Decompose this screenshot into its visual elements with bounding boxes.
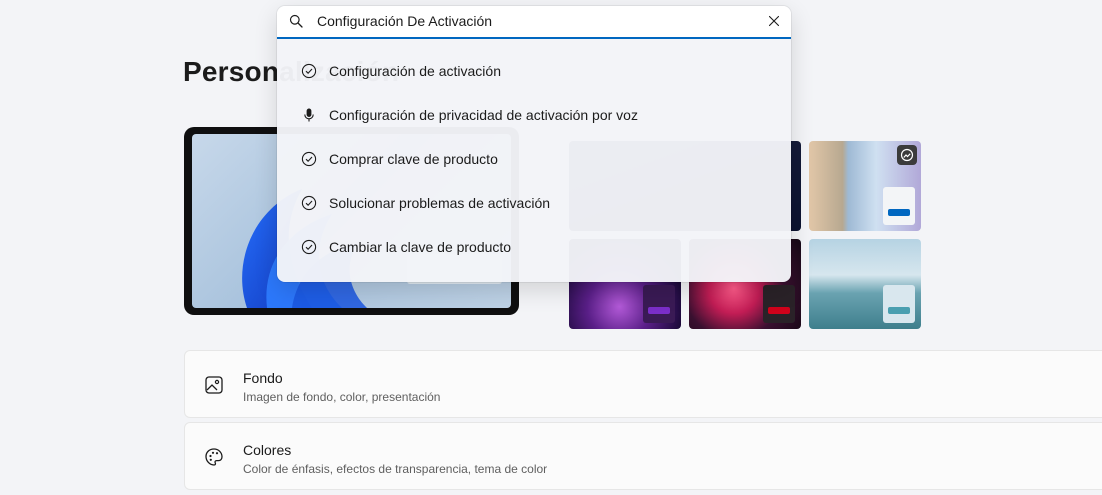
search-value[interactable]: Configuración De Activación <box>317 13 492 29</box>
setting-card-colores[interactable]: Colores Color de énfasis, efectos de tra… <box>184 422 1102 490</box>
palette-icon <box>205 448 223 466</box>
close-icon[interactable] <box>768 15 780 27</box>
search-result-label: Cambiar la clave de producto <box>329 239 512 255</box>
card-title: Colores <box>243 442 292 458</box>
search-result-label: Configuración de privacidad de activació… <box>329 107 638 123</box>
theme-badge-icon <box>897 145 917 165</box>
search-input[interactable]: Configuración De Activación <box>277 6 791 39</box>
theme-swatch-box <box>763 285 795 323</box>
accent-swatch <box>888 307 910 314</box>
card-title: Fondo <box>243 370 283 386</box>
card-subtitle: Imagen de fondo, color, presentación <box>243 390 441 404</box>
theme-swatch-box <box>883 285 915 323</box>
search-result-item[interactable]: Solucionar problemas de activación <box>277 181 791 225</box>
image-icon <box>205 376 223 394</box>
theme-thumbnail[interactable] <box>809 141 921 231</box>
search-result-label: Solucionar problemas de activación <box>329 195 551 211</box>
search-result-label: Comprar clave de producto <box>329 151 498 167</box>
setting-card-fondo[interactable]: Fondo Imagen de fondo, color, presentaci… <box>184 350 1102 418</box>
check-circle-icon <box>301 239 317 255</box>
search-result-item[interactable]: Comprar clave de producto <box>277 137 791 181</box>
accent-swatch <box>768 307 790 314</box>
search-result-item[interactable]: Configuración de privacidad de activació… <box>277 93 791 137</box>
search-result-label: Configuración de activación <box>329 63 501 79</box>
check-circle-icon <box>301 195 317 211</box>
search-icon <box>289 14 303 28</box>
search-result-item[interactable]: Configuración de activación <box>277 49 791 93</box>
check-circle-icon <box>301 151 317 167</box>
accent-swatch <box>648 307 670 314</box>
accent-swatch <box>888 209 910 216</box>
microphone-icon <box>304 108 314 122</box>
theme-swatch-box <box>883 187 915 225</box>
theme-thumbnail[interactable] <box>809 239 921 329</box>
search-suggestions-panel: Configuración De Activación Configuració… <box>277 6 791 282</box>
card-subtitle: Color de énfasis, efectos de transparenc… <box>243 462 548 476</box>
check-circle-icon <box>301 63 317 79</box>
search-result-item[interactable]: Cambiar la clave de producto <box>277 225 791 269</box>
theme-swatch-box <box>643 285 675 323</box>
